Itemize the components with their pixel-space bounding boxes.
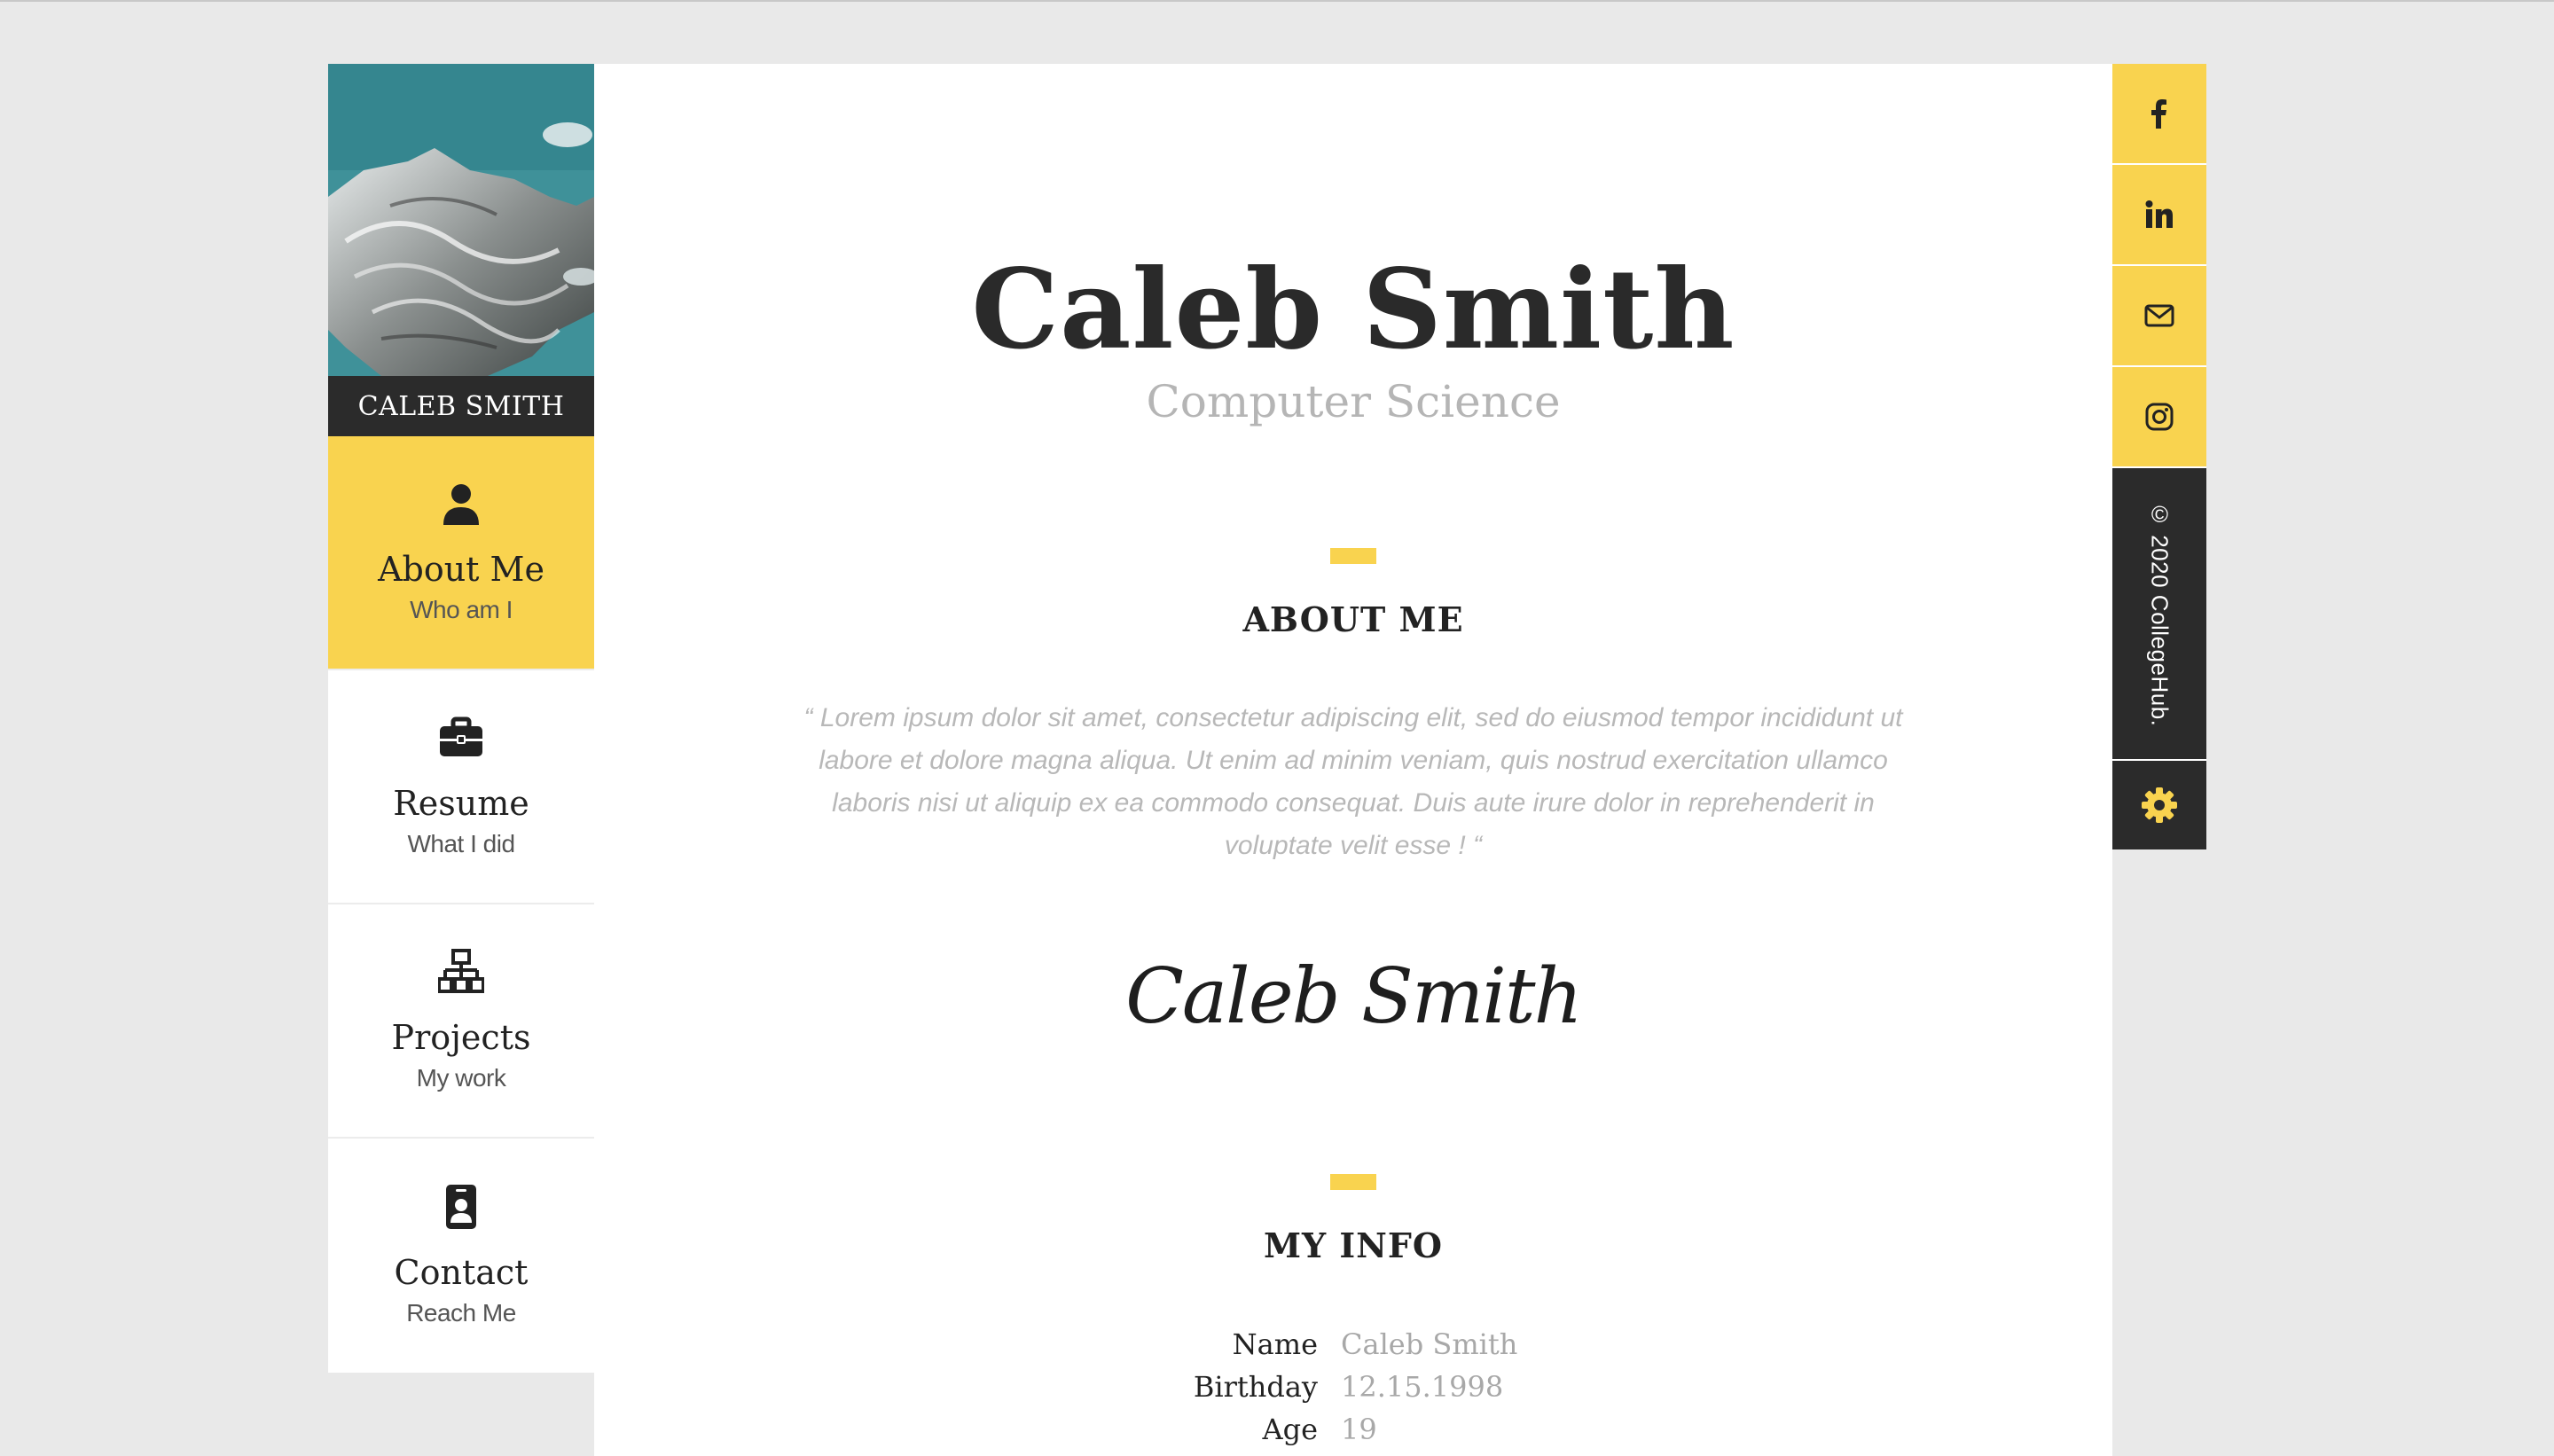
id-badge-icon bbox=[446, 1185, 476, 1230]
copyright-notice: © 2020 CollegeHub. bbox=[2112, 468, 2206, 761]
info-row: Birthday 12.15.1998 bbox=[594, 1366, 2112, 1408]
info-label: Birthday bbox=[1193, 1370, 1318, 1404]
info-value: 19 bbox=[1341, 1413, 1377, 1446]
sidebar: CALEB SMITH About Me Who am I Resume Wha… bbox=[328, 64, 594, 1373]
nav-item-subtitle: What I did bbox=[407, 829, 515, 857]
linkedin-icon bbox=[2145, 200, 2173, 228]
copyright-text: © 2020 CollegeHub. bbox=[2146, 500, 2174, 727]
nav-item-subtitle: My work bbox=[416, 1063, 506, 1092]
gear-icon bbox=[2142, 787, 2177, 823]
briefcase-icon bbox=[440, 716, 482, 757]
facebook-icon bbox=[2151, 99, 2166, 129]
info-label: Age bbox=[1262, 1413, 1318, 1446]
info-row: Age 19 bbox=[594, 1408, 2112, 1451]
profile-photo bbox=[328, 64, 594, 376]
settings-button[interactable] bbox=[2112, 761, 2206, 849]
window-top-border bbox=[0, 0, 2554, 2]
sitemap-icon bbox=[438, 949, 484, 994]
info-table: Name Caleb Smith Birthday 12.15.1998 Age… bbox=[594, 1323, 2112, 1451]
nav-item-title: Contact bbox=[394, 1253, 529, 1293]
linkedin-button[interactable] bbox=[2112, 165, 2206, 266]
instagram-icon bbox=[2145, 403, 2174, 431]
user-icon bbox=[443, 484, 479, 526]
nav-item-title: Projects bbox=[391, 1018, 531, 1058]
section-title-about: ABOUT ME bbox=[1242, 599, 1464, 639]
nav-item-projects[interactable]: Projects My work bbox=[328, 904, 594, 1139]
envelope-icon bbox=[2144, 304, 2174, 327]
facebook-button[interactable] bbox=[2112, 64, 2206, 165]
page-subtitle: Computer Science bbox=[1146, 376, 1561, 427]
signature: Caleb Smith bbox=[1125, 952, 1583, 1041]
nav-item-resume[interactable]: Resume What I did bbox=[328, 670, 594, 904]
section-title-info: MY INFO bbox=[1263, 1225, 1443, 1265]
instagram-button[interactable] bbox=[2112, 367, 2206, 468]
about-quote: “ Lorem ipsum dolor sit amet, consectetu… bbox=[803, 703, 1903, 860]
section-accent-bar bbox=[1330, 548, 1376, 564]
nav-item-title: Resume bbox=[393, 784, 529, 824]
nav-item-subtitle: Who am I bbox=[410, 595, 513, 623]
info-row: Name Caleb Smith bbox=[594, 1323, 2112, 1366]
social-bar: © 2020 CollegeHub. bbox=[2112, 64, 2206, 849]
nav-item-subtitle: Reach Me bbox=[406, 1298, 516, 1327]
profile-name: CALEB SMITH bbox=[328, 376, 594, 436]
page-title: Caleb Smith bbox=[971, 246, 1735, 374]
nav-item-title: About Me bbox=[378, 550, 544, 590]
info-value: 12.15.1998 bbox=[1341, 1370, 1504, 1404]
info-value: Caleb Smith bbox=[1341, 1327, 1518, 1361]
info-label: Name bbox=[1232, 1327, 1318, 1361]
main-content: Caleb Smith Computer Science ABOUT ME “ … bbox=[594, 64, 2112, 1456]
nav-item-contact[interactable]: Contact Reach Me bbox=[328, 1139, 594, 1373]
email-button[interactable] bbox=[2112, 266, 2206, 367]
section-accent-bar bbox=[1330, 1174, 1376, 1190]
nav-item-about-me[interactable]: About Me Who am I bbox=[328, 436, 594, 670]
